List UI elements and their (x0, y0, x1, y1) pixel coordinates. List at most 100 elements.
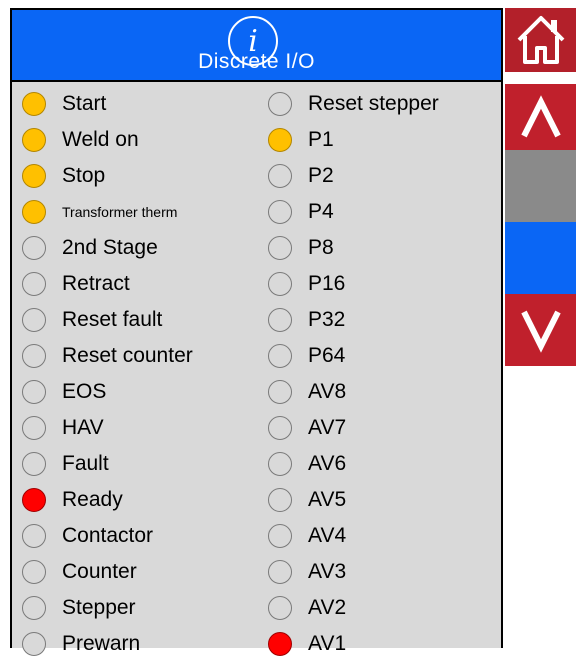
status-indicator-icon (22, 200, 46, 224)
status-indicator-icon (22, 236, 46, 260)
status-indicator-icon (268, 416, 292, 440)
status-indicator-icon (268, 128, 292, 152)
io-label: P2 (308, 164, 334, 187)
io-row: P1 (268, 122, 439, 158)
io-row: Stop (22, 158, 193, 194)
status-indicator-icon (268, 380, 292, 404)
status-indicator-icon (268, 452, 292, 476)
scroll-down-button[interactable] (505, 294, 576, 366)
page-title: Discrete I/O (198, 50, 315, 73)
status-indicator-icon (22, 416, 46, 440)
io-row: Contactor (22, 518, 193, 554)
io-row: Retract (22, 266, 193, 302)
io-row: Transformer therm (22, 194, 193, 230)
io-label: AV4 (308, 524, 347, 547)
status-indicator-icon (22, 596, 46, 620)
io-label: AV5 (308, 488, 347, 511)
io-label: Retract (62, 272, 130, 295)
io-row: AV1 (268, 626, 439, 662)
status-indicator-icon (268, 344, 292, 368)
io-label: AV3 (308, 560, 347, 583)
io-label: Weld on (62, 128, 139, 151)
status-indicator-icon (268, 200, 292, 224)
io-label: Fault (62, 452, 109, 475)
io-label: P64 (308, 344, 346, 367)
io-label: P8 (308, 236, 334, 259)
io-label: Reset fault (62, 308, 163, 331)
discrete-io-panel: i Discrete I/O Start Weld on Stop Transform… (10, 8, 503, 656)
io-label: Reset counter (62, 344, 193, 367)
io-label: HAV (62, 416, 104, 439)
status-indicator-icon (22, 380, 46, 404)
scroll-up-button[interactable] (505, 84, 576, 150)
io-label: P16 (308, 272, 346, 295)
io-row: Reset counter (22, 338, 193, 374)
io-label: Ready (62, 488, 123, 511)
io-row: AV7 (268, 410, 439, 446)
status-indicator-icon (22, 488, 46, 512)
io-row: AV5 (268, 482, 439, 518)
io-row: AV3 (268, 554, 439, 590)
status-indicator-icon (22, 344, 46, 368)
status-indicator-icon (22, 308, 46, 332)
status-indicator-icon (268, 488, 292, 512)
io-label: Start (62, 92, 107, 115)
scroll-track-upper[interactable] (505, 150, 576, 222)
status-indicator-icon (268, 632, 292, 656)
status-indicator-icon (268, 560, 292, 584)
scroll-thumb[interactable] (505, 222, 576, 294)
status-indicator-icon (22, 560, 46, 584)
io-label: P4 (308, 200, 334, 223)
io-row: Reset fault (22, 302, 193, 338)
status-indicator-icon (268, 524, 292, 548)
status-indicator-icon (268, 92, 292, 116)
io-row: AV8 (268, 374, 439, 410)
io-row: 2nd Stage (22, 230, 193, 266)
io-label: 2nd Stage (62, 236, 158, 259)
io-row: P2 (268, 158, 439, 194)
io-label: AV8 (308, 380, 347, 403)
chevron-up-icon (520, 95, 561, 138)
io-row: Reset stepper (268, 86, 439, 122)
nav-separator (505, 72, 576, 84)
io-row: Counter (22, 554, 193, 590)
io-row: Prewarn (22, 626, 193, 662)
status-indicator-icon (268, 272, 292, 296)
io-label: AV2 (308, 596, 347, 619)
status-indicator-icon (22, 272, 46, 296)
status-indicator-icon (268, 308, 292, 332)
status-indicator-icon (22, 164, 46, 188)
io-label: P1 (308, 128, 334, 151)
io-label: AV6 (308, 452, 347, 475)
io-label: Transformer therm (62, 204, 178, 220)
io-row: AV4 (268, 518, 439, 554)
right-io-column: Reset stepper P1 P2 P4 P8 P16 P32 P64 AV8 AV7 AV6 A… (268, 86, 439, 662)
io-row: P64 (268, 338, 439, 374)
status-indicator-icon (268, 236, 292, 260)
io-row: Ready (22, 482, 193, 518)
io-label: Contactor (62, 524, 154, 547)
io-label: EOS (62, 380, 107, 403)
status-indicator-icon (22, 632, 46, 656)
io-row: P16 (268, 266, 439, 302)
io-label: Reset stepper (308, 92, 439, 115)
io-row: P32 (268, 302, 439, 338)
io-label: AV1 (308, 632, 347, 655)
io-row: P4 (268, 194, 439, 230)
io-label: Stepper (62, 596, 136, 619)
chevron-down-icon (520, 310, 561, 353)
io-row: AV6 (268, 446, 439, 482)
home-button[interactable] (505, 8, 576, 72)
io-row: Stepper (22, 590, 193, 626)
status-indicator-icon (268, 164, 292, 188)
status-indicator-icon (22, 524, 46, 548)
io-row: Start (22, 86, 193, 122)
io-label: AV7 (308, 416, 347, 439)
home-icon (517, 16, 564, 64)
io-row: HAV (22, 410, 193, 446)
header-bar: i Discrete I/O (12, 10, 501, 82)
io-row: Fault (22, 446, 193, 482)
left-io-column: Start Weld on Stop Transformer therm 2nd Sta… (22, 86, 193, 662)
io-row: P8 (268, 230, 439, 266)
io-label: Prewarn (62, 632, 141, 655)
